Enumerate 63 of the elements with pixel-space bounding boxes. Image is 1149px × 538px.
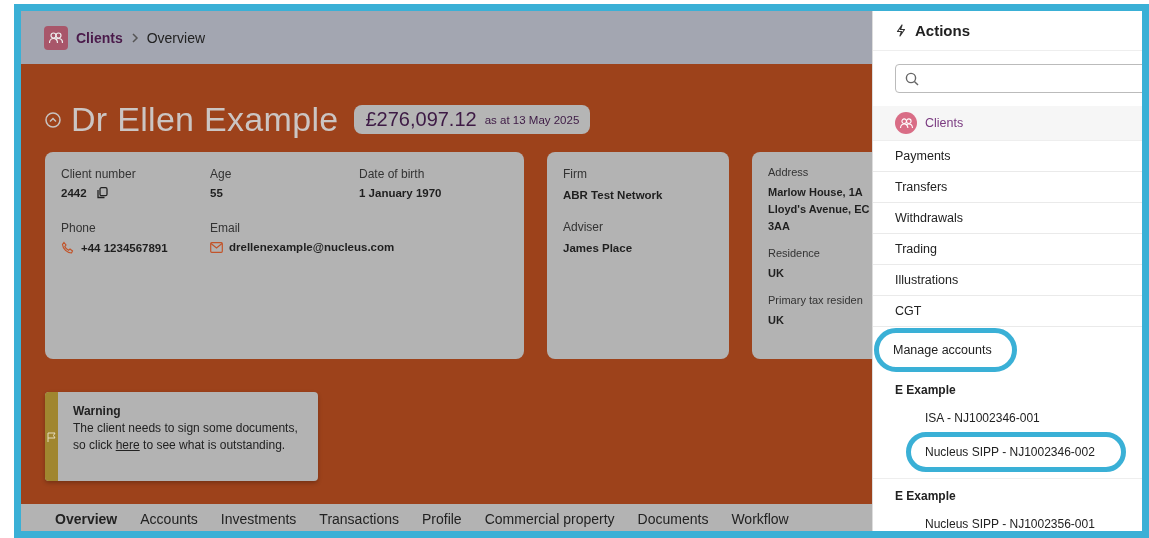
- field-label: Age: [210, 167, 233, 181]
- tab[interactable]: Overview: [55, 511, 118, 531]
- field-value: 2442: [61, 187, 87, 199]
- account-link[interactable]: ISA - NJ1002346-001: [925, 410, 1040, 425]
- breadcrumb-link[interactable]: Clients: [76, 29, 123, 46]
- account-link[interactable]: Nucleus SIPP - NJ1002346-002: [906, 432, 1126, 472]
- people-icon: [895, 112, 917, 134]
- breadcrumb-current: Overview: [146, 29, 206, 46]
- tab[interactable]: Transactions: [319, 511, 399, 531]
- menu-item[interactable]: Illustrations: [895, 273, 959, 287]
- here-link[interactable]: here: [115, 438, 140, 452]
- balance-date: as at 13 May 2025: [484, 113, 580, 126]
- field-value: UK: [768, 313, 785, 328]
- menu-item[interactable]: Transfers: [895, 180, 948, 194]
- field-label: Date of birth: [359, 167, 426, 181]
- tab[interactable]: Workflow: [731, 511, 789, 531]
- field-value: 55: [210, 187, 223, 199]
- field-value: 1 January 1970: [359, 187, 442, 199]
- field-value: ABR Test Network: [563, 188, 664, 203]
- warning-title: Warning: [73, 404, 122, 418]
- people-icon: [44, 25, 68, 50]
- field-label: Firm: [563, 167, 588, 181]
- field-label: Residence: [768, 247, 821, 259]
- menu-item[interactable]: Withdrawals: [895, 211, 964, 225]
- field-value: Lloyd's Avenue, EC: [768, 202, 871, 217]
- search-icon: [905, 71, 919, 86]
- menu-item[interactable]: Trading: [895, 242, 937, 256]
- field-value: drellenexample@nucleus.com: [229, 241, 395, 253]
- field-value: +44 1234567891: [81, 242, 168, 254]
- field-label: Client number: [61, 167, 137, 181]
- copy-icon[interactable]: [96, 187, 108, 199]
- menu-item[interactable]: Manage accounts: [874, 328, 1017, 372]
- warning-message: The client needs to sign some documents, so click here to see what is outstanding.: [73, 420, 299, 454]
- field-value: James Place: [563, 241, 634, 256]
- field-label: Phone: [61, 221, 97, 235]
- tab[interactable]: Documents: [637, 511, 709, 531]
- client-name: Dr Ellen Example: [71, 100, 339, 139]
- group-heading: E Example: [894, 488, 957, 505]
- mail-icon: [210, 241, 223, 253]
- panel-title: Actions: [915, 22, 970, 39]
- field-value: Marlow House, 1A: [768, 185, 864, 200]
- collapse-icon[interactable]: [45, 111, 61, 128]
- tab[interactable]: Commercial property: [484, 511, 615, 531]
- tab[interactable]: Investments: [220, 511, 297, 531]
- field-value: 3AA: [768, 219, 791, 234]
- section-link[interactable]: Clients: [925, 116, 964, 130]
- field-label: Address: [768, 166, 810, 178]
- field-label: Adviser: [563, 220, 604, 234]
- lightning-icon: [896, 24, 906, 37]
- menu-item[interactable]: Payments: [895, 149, 951, 163]
- menu-item[interactable]: CGT: [895, 304, 922, 318]
- tab[interactable]: Accounts: [140, 511, 198, 531]
- account-link[interactable]: Nucleus SIPP - NJ1002356-001: [925, 516, 1095, 531]
- field-label: Email: [210, 221, 241, 235]
- group-heading: E Example: [894, 382, 957, 399]
- search-field[interactable]: [895, 64, 1142, 93]
- tab[interactable]: Profile: [421, 511, 462, 531]
- field-value: UK: [768, 266, 785, 281]
- chevron-icon: [130, 32, 139, 43]
- flag-icon: [47, 431, 56, 442]
- phone-icon: [61, 241, 75, 255]
- balance-amount: £276,097.12: [365, 108, 477, 131]
- field-label: Primary tax residen: [768, 294, 864, 306]
